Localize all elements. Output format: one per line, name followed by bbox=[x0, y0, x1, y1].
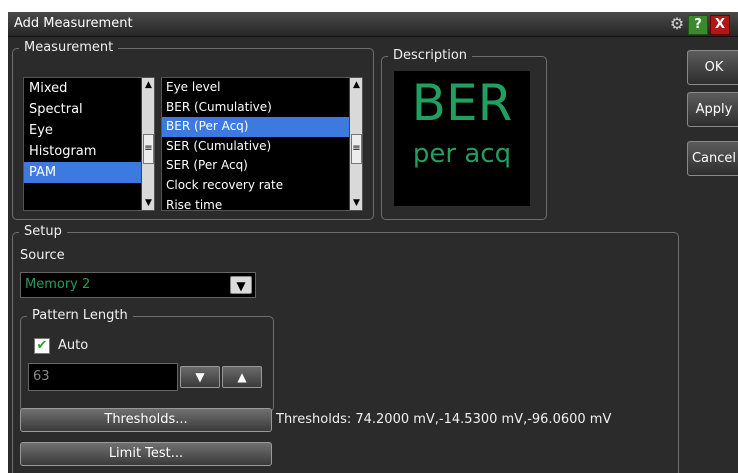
description-preview: BER per acq bbox=[394, 71, 530, 206]
add-measurement-dialog: Add Measurement ⚙ ? X Measurement Mixed S… bbox=[8, 12, 738, 473]
list-item[interactable]: Eye level bbox=[162, 78, 362, 98]
auto-checkbox[interactable]: ✔ bbox=[34, 338, 50, 354]
list-item[interactable]: Mixed bbox=[24, 78, 154, 99]
category-list[interactable]: Mixed Spectral Eye Histogram PAM ▲ ≡ ▼ bbox=[23, 77, 155, 211]
list-item[interactable]: Rise time bbox=[162, 196, 362, 210]
description-title: BER bbox=[411, 74, 513, 132]
apply-button[interactable]: Apply bbox=[687, 92, 738, 127]
title-bar: Add Measurement ⚙ ? X bbox=[8, 12, 738, 37]
limit-test-button[interactable]: Limit Test... bbox=[20, 442, 272, 466]
measurement-list[interactable]: Eye level BER (Cumulative) BER (Per Acq) SE… bbox=[161, 77, 363, 211]
gear-icon[interactable]: ⚙ bbox=[668, 15, 686, 33]
thresholds-info: Thresholds: 74.2000 mV,-14.5300 mV,-96.0… bbox=[276, 412, 612, 427]
source-label: Source bbox=[20, 248, 65, 263]
auto-label: Auto bbox=[58, 338, 89, 353]
chevron-down-icon[interactable]: ▼ bbox=[230, 276, 252, 294]
help-button[interactable]: ? bbox=[688, 15, 708, 35]
measurement-legend: Measurement bbox=[19, 40, 119, 55]
list-item[interactable]: PAM bbox=[24, 162, 154, 183]
measurement-group: Measurement Mixed Spectral Eye Histogram PAM… bbox=[12, 40, 374, 220]
source-select[interactable]: Memory 2 bbox=[20, 272, 256, 298]
list-item[interactable]: BER (Cumulative) bbox=[162, 98, 362, 118]
pattern-length-legend: Pattern Length bbox=[27, 308, 133, 323]
source-value: Memory 2 bbox=[25, 277, 91, 292]
scroll-thumb[interactable]: ≡ bbox=[351, 134, 362, 164]
scroll-down-icon[interactable]: ▼ bbox=[350, 198, 362, 208]
dialog-title: Add Measurement bbox=[14, 16, 133, 31]
list-item[interactable]: Eye bbox=[24, 120, 154, 141]
scroll-thumb[interactable]: ≡ bbox=[143, 134, 154, 164]
pattern-length-input[interactable]: 63 bbox=[28, 363, 178, 391]
list-item[interactable]: Clock recovery rate bbox=[162, 176, 362, 196]
ok-button[interactable]: OK bbox=[687, 50, 738, 85]
list-item[interactable]: Spectral bbox=[24, 99, 154, 120]
thresholds-button[interactable]: Thresholds... bbox=[20, 408, 272, 432]
pattern-length-value: 63 bbox=[33, 369, 50, 384]
list-item[interactable]: Histogram bbox=[24, 141, 154, 162]
list-item[interactable]: SER (Cumulative) bbox=[162, 137, 362, 157]
scroll-down-icon[interactable]: ▼ bbox=[142, 198, 154, 208]
category-scrollbar[interactable]: ▲ ≡ ▼ bbox=[141, 78, 154, 210]
cancel-button[interactable]: Cancel bbox=[687, 141, 738, 176]
description-legend: Description bbox=[388, 48, 473, 63]
description-subtitle: per acq bbox=[412, 139, 512, 169]
increment-button[interactable]: ▲ bbox=[222, 366, 262, 388]
scroll-up-icon[interactable]: ▲ bbox=[142, 80, 154, 90]
setup-legend: Setup bbox=[19, 224, 67, 239]
scroll-up-icon[interactable]: ▲ bbox=[350, 80, 362, 90]
measurement-scrollbar[interactable]: ▲ ≡ ▼ bbox=[349, 78, 362, 210]
close-button[interactable]: X bbox=[710, 15, 730, 35]
list-item[interactable]: BER (Per Acq) bbox=[162, 117, 362, 137]
list-item[interactable]: SER (Per Acq) bbox=[162, 156, 362, 176]
decrement-button[interactable]: ▼ bbox=[180, 366, 220, 388]
